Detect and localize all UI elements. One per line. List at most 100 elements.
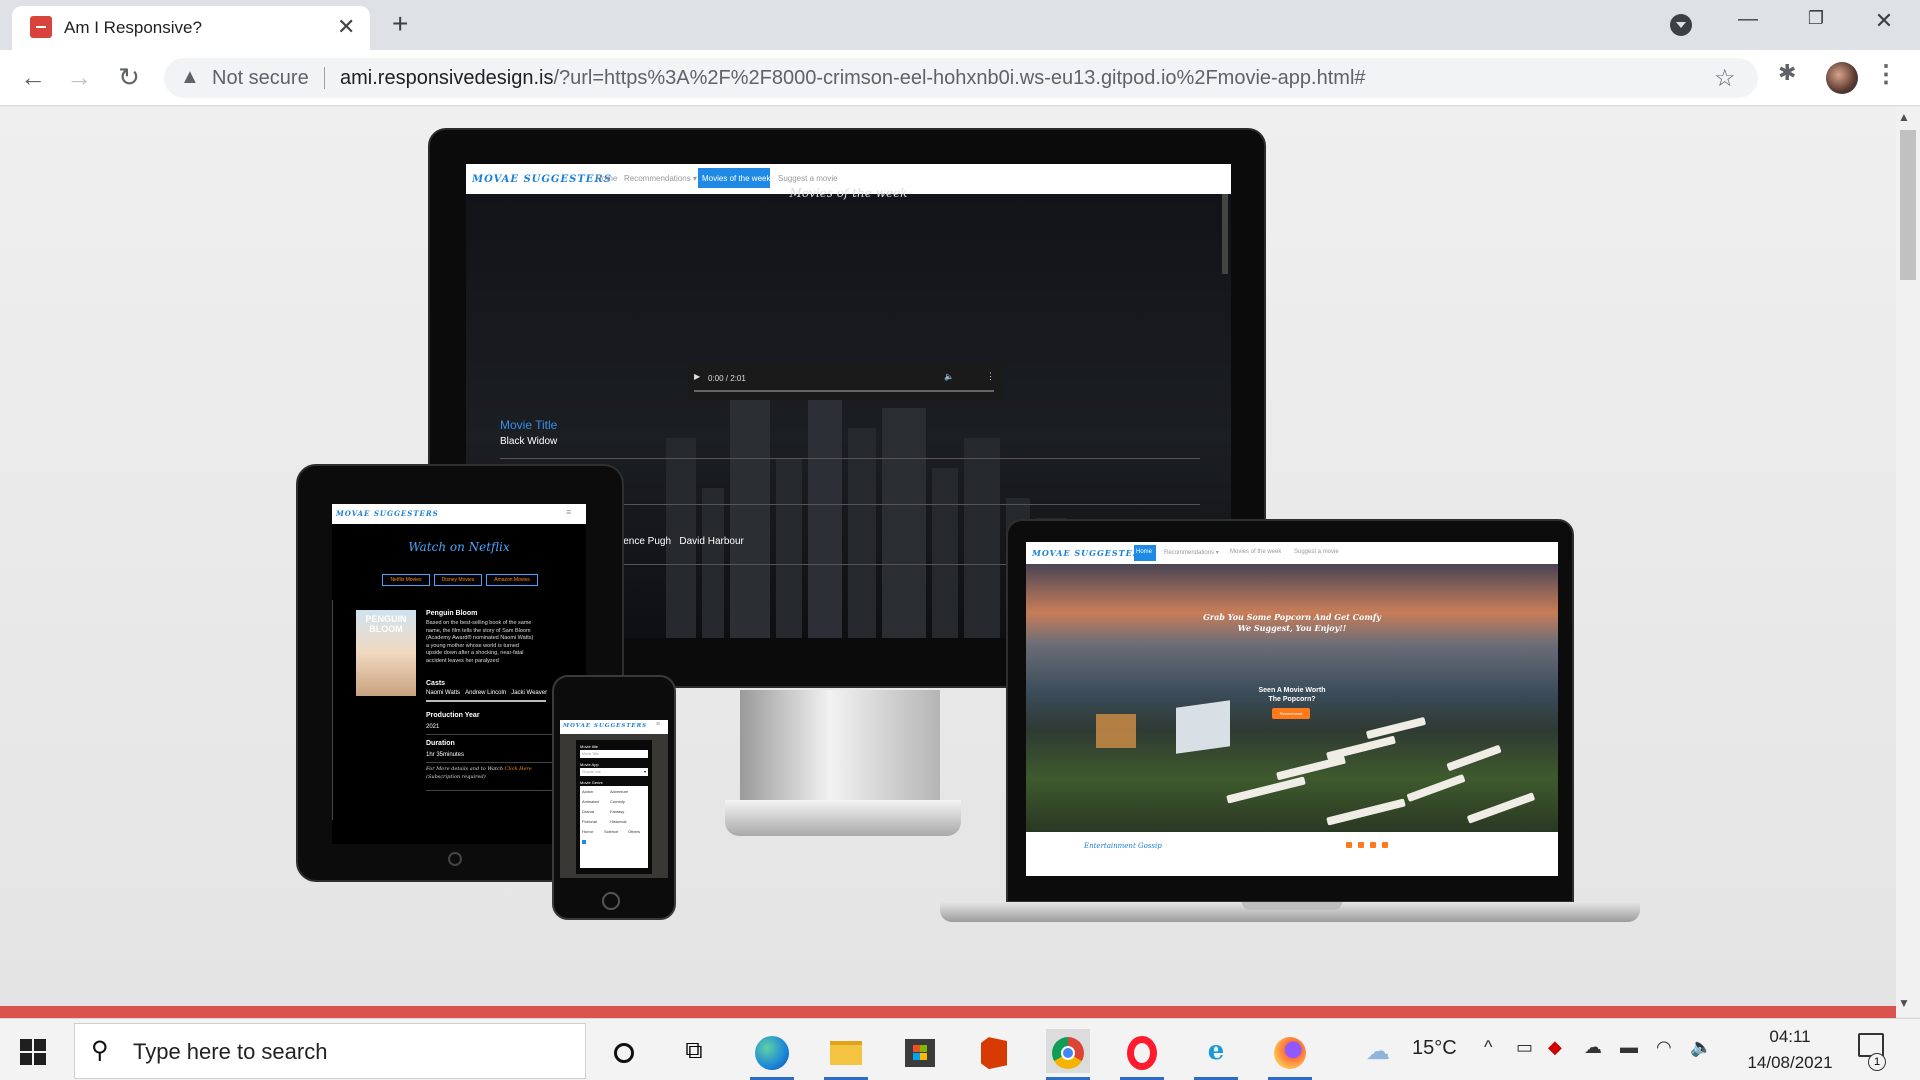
file-explorer-icon[interactable] [824,1029,868,1073]
task-view-icon[interactable]: ⧉ [672,1029,716,1073]
scroll-up-icon[interactable]: ▲ [1898,110,1910,124]
close-tab-button[interactable]: ✕ [337,14,355,40]
genre-option[interactable]: Fictional [582,819,597,824]
firefox-icon[interactable] [1268,1029,1312,1073]
twitter-icon[interactable] [1370,842,1376,848]
clock-date[interactable]: 14/08/2021 [1730,1053,1850,1073]
back-icon[interactable]: ← [16,62,50,92]
hamburger-icon[interactable]: ≡ [566,507,571,517]
genre-option[interactable]: Others [628,829,640,834]
close-icon[interactable]: ✕ [1864,8,1904,34]
genre-option[interactable]: Fantasy [610,809,624,814]
video-progress[interactable] [694,390,994,392]
volume-icon[interactable]: 🔈 [944,372,954,381]
scroll-down-icon[interactable]: ▼ [1898,996,1910,1010]
address-bar[interactable]: ▲ Not secure ami.responsivedesign.is/?ur… [164,58,1758,98]
forward-icon[interactable]: → [62,62,96,92]
menu-icon[interactable]: ⋮ [1874,60,1898,89]
app-select[interactable]: Choose one ▾ [580,768,648,776]
genre-option[interactable]: Historical [610,819,626,824]
windows-start-icon[interactable] [20,1039,46,1065]
tab-search-icon[interactable] [1670,14,1692,36]
nav-home[interactable]: Home [596,174,617,183]
cta-text: Seen A Movie Worth The Popcorn? [1256,686,1328,704]
recommend-button[interactable]: Recommend [1272,708,1310,719]
clock-time[interactable]: 04:11 [1750,1027,1830,1047]
play-icon[interactable]: ▶ [694,372,700,381]
genre-option[interactable]: Action [582,789,593,794]
cast-member: David Harbour [679,536,744,547]
new-tab-button[interactable]: + [392,10,408,38]
film-title: Penguin Bloom [426,610,478,617]
nav-home[interactable]: Home [1136,549,1152,555]
nav-recommendations[interactable]: Recommendations ▾ [624,174,697,183]
cortana-icon[interactable] [602,1029,646,1073]
genre-option[interactable]: Animated [582,799,599,804]
url-text[interactable]: ami.responsivedesign.is/?url=https%3A%2F… [340,67,1366,90]
taskbar-search[interactable]: ⚲ Type here to search [74,1023,586,1079]
restore-icon[interactable]: ❐ [1796,8,1836,29]
site-brand[interactable]: MOVAE SUGGESTERS [1032,548,1147,558]
star-icon[interactable]: ☆ [1714,64,1736,93]
browser-tab[interactable]: Am I Responsive? ✕ [12,6,370,50]
onedrive-icon[interactable]: ☁ [1584,1037,1602,1058]
casts-scrollbar[interactable] [426,700,546,702]
checkbox-icon[interactable] [582,840,586,844]
dropbox-icon[interactable]: ◆ [1548,1037,1562,1058]
filter-pill[interactable]: Disney Movies [434,574,482,586]
edge-icon[interactable] [750,1029,794,1073]
avatar[interactable] [1826,62,1858,94]
instagram-icon[interactable] [1358,842,1364,848]
nav-movies-of-week[interactable]: Movies of the week [1230,549,1281,555]
chevron-up-icon[interactable]: ^ [1484,1037,1492,1058]
genre-option[interactable]: Horror [582,829,593,834]
chrome-icon[interactable] [1046,1029,1090,1073]
reload-icon[interactable]: ↻ [112,62,146,92]
site-brand[interactable]: MOVAE SUGGESTERS [472,174,612,185]
genre-option[interactable]: Adventure [610,789,628,794]
divider [324,67,325,89]
site-brand[interactable]: MOVAE SUGGESTERS [336,509,439,518]
genre-option[interactable]: Comedy [610,799,625,804]
office-icon[interactable] [972,1029,1016,1073]
meet-now-icon[interactable]: ▭ [1516,1037,1533,1058]
warning-icon[interactable]: ▲ [180,66,200,89]
internet-explorer-icon[interactable]: e [1194,1029,1238,1073]
hamburger-icon[interactable]: ≡ [656,721,660,728]
recommend-button-label: Recommend [1279,711,1303,716]
app-select-value: Choose one [582,770,601,774]
filter-pill[interactable]: Amazon Movies [486,574,538,586]
security-label[interactable]: Not secure [212,67,309,90]
browser-toolbar: ← → ↻ ▲ Not secure ami.responsivedesign.… [0,50,1920,106]
nav-suggest[interactable]: Suggest a movie [778,174,838,183]
genre-option[interactable]: Drama [582,809,594,814]
outdoor-cinema-screen [1176,700,1230,754]
minimize-icon[interactable]: — [1728,8,1768,31]
monitor-stand-base [725,800,961,836]
genre-option[interactable]: Science [604,829,618,834]
year-label: Production Year [426,712,480,719]
section-heading: Watch on Netflix [408,540,510,554]
site-brand[interactable]: MOVAE SUGGESTERS [563,723,647,729]
filter-pill[interactable]: Netflix Movies [382,574,430,586]
wifi-icon[interactable]: ◠ [1656,1037,1672,1058]
temperature[interactable]: 15°C [1412,1037,1457,1060]
watch-link[interactable]: Click Here [505,766,532,772]
extensions-icon[interactable]: ✱ [1778,60,1796,86]
store-icon[interactable] [898,1029,942,1073]
volume-icon[interactable]: 🔈 [1690,1037,1712,1058]
hero-tagline-line: Grab You Some Popcorn And Get Comfy [1203,612,1381,622]
nav-suggest[interactable]: Suggest a movie [1294,549,1339,555]
scrollbar-thumb[interactable] [1900,130,1916,280]
title-input[interactable]: Movie Title [580,750,648,758]
battery-icon[interactable]: ▬ [1620,1037,1638,1058]
facebook-icon[interactable] [1346,842,1352,848]
youtube-icon[interactable] [1382,842,1388,848]
nav-recommendations[interactable]: Recommendations ▾ [1164,549,1219,556]
nav-movies-of-week[interactable]: Movies of the week [702,174,770,183]
more-options-icon[interactable]: ⋮ [986,371,995,382]
cloud-weather-icon[interactable]: ☁ [1366,1037,1390,1066]
suggest-form: Movie title Movie Title Movie App Choose… [576,740,652,874]
video-player[interactable]: ▶ 0:00 / 2:01 🔈 ⋮ [688,364,1004,400]
opera-icon[interactable] [1120,1029,1164,1073]
